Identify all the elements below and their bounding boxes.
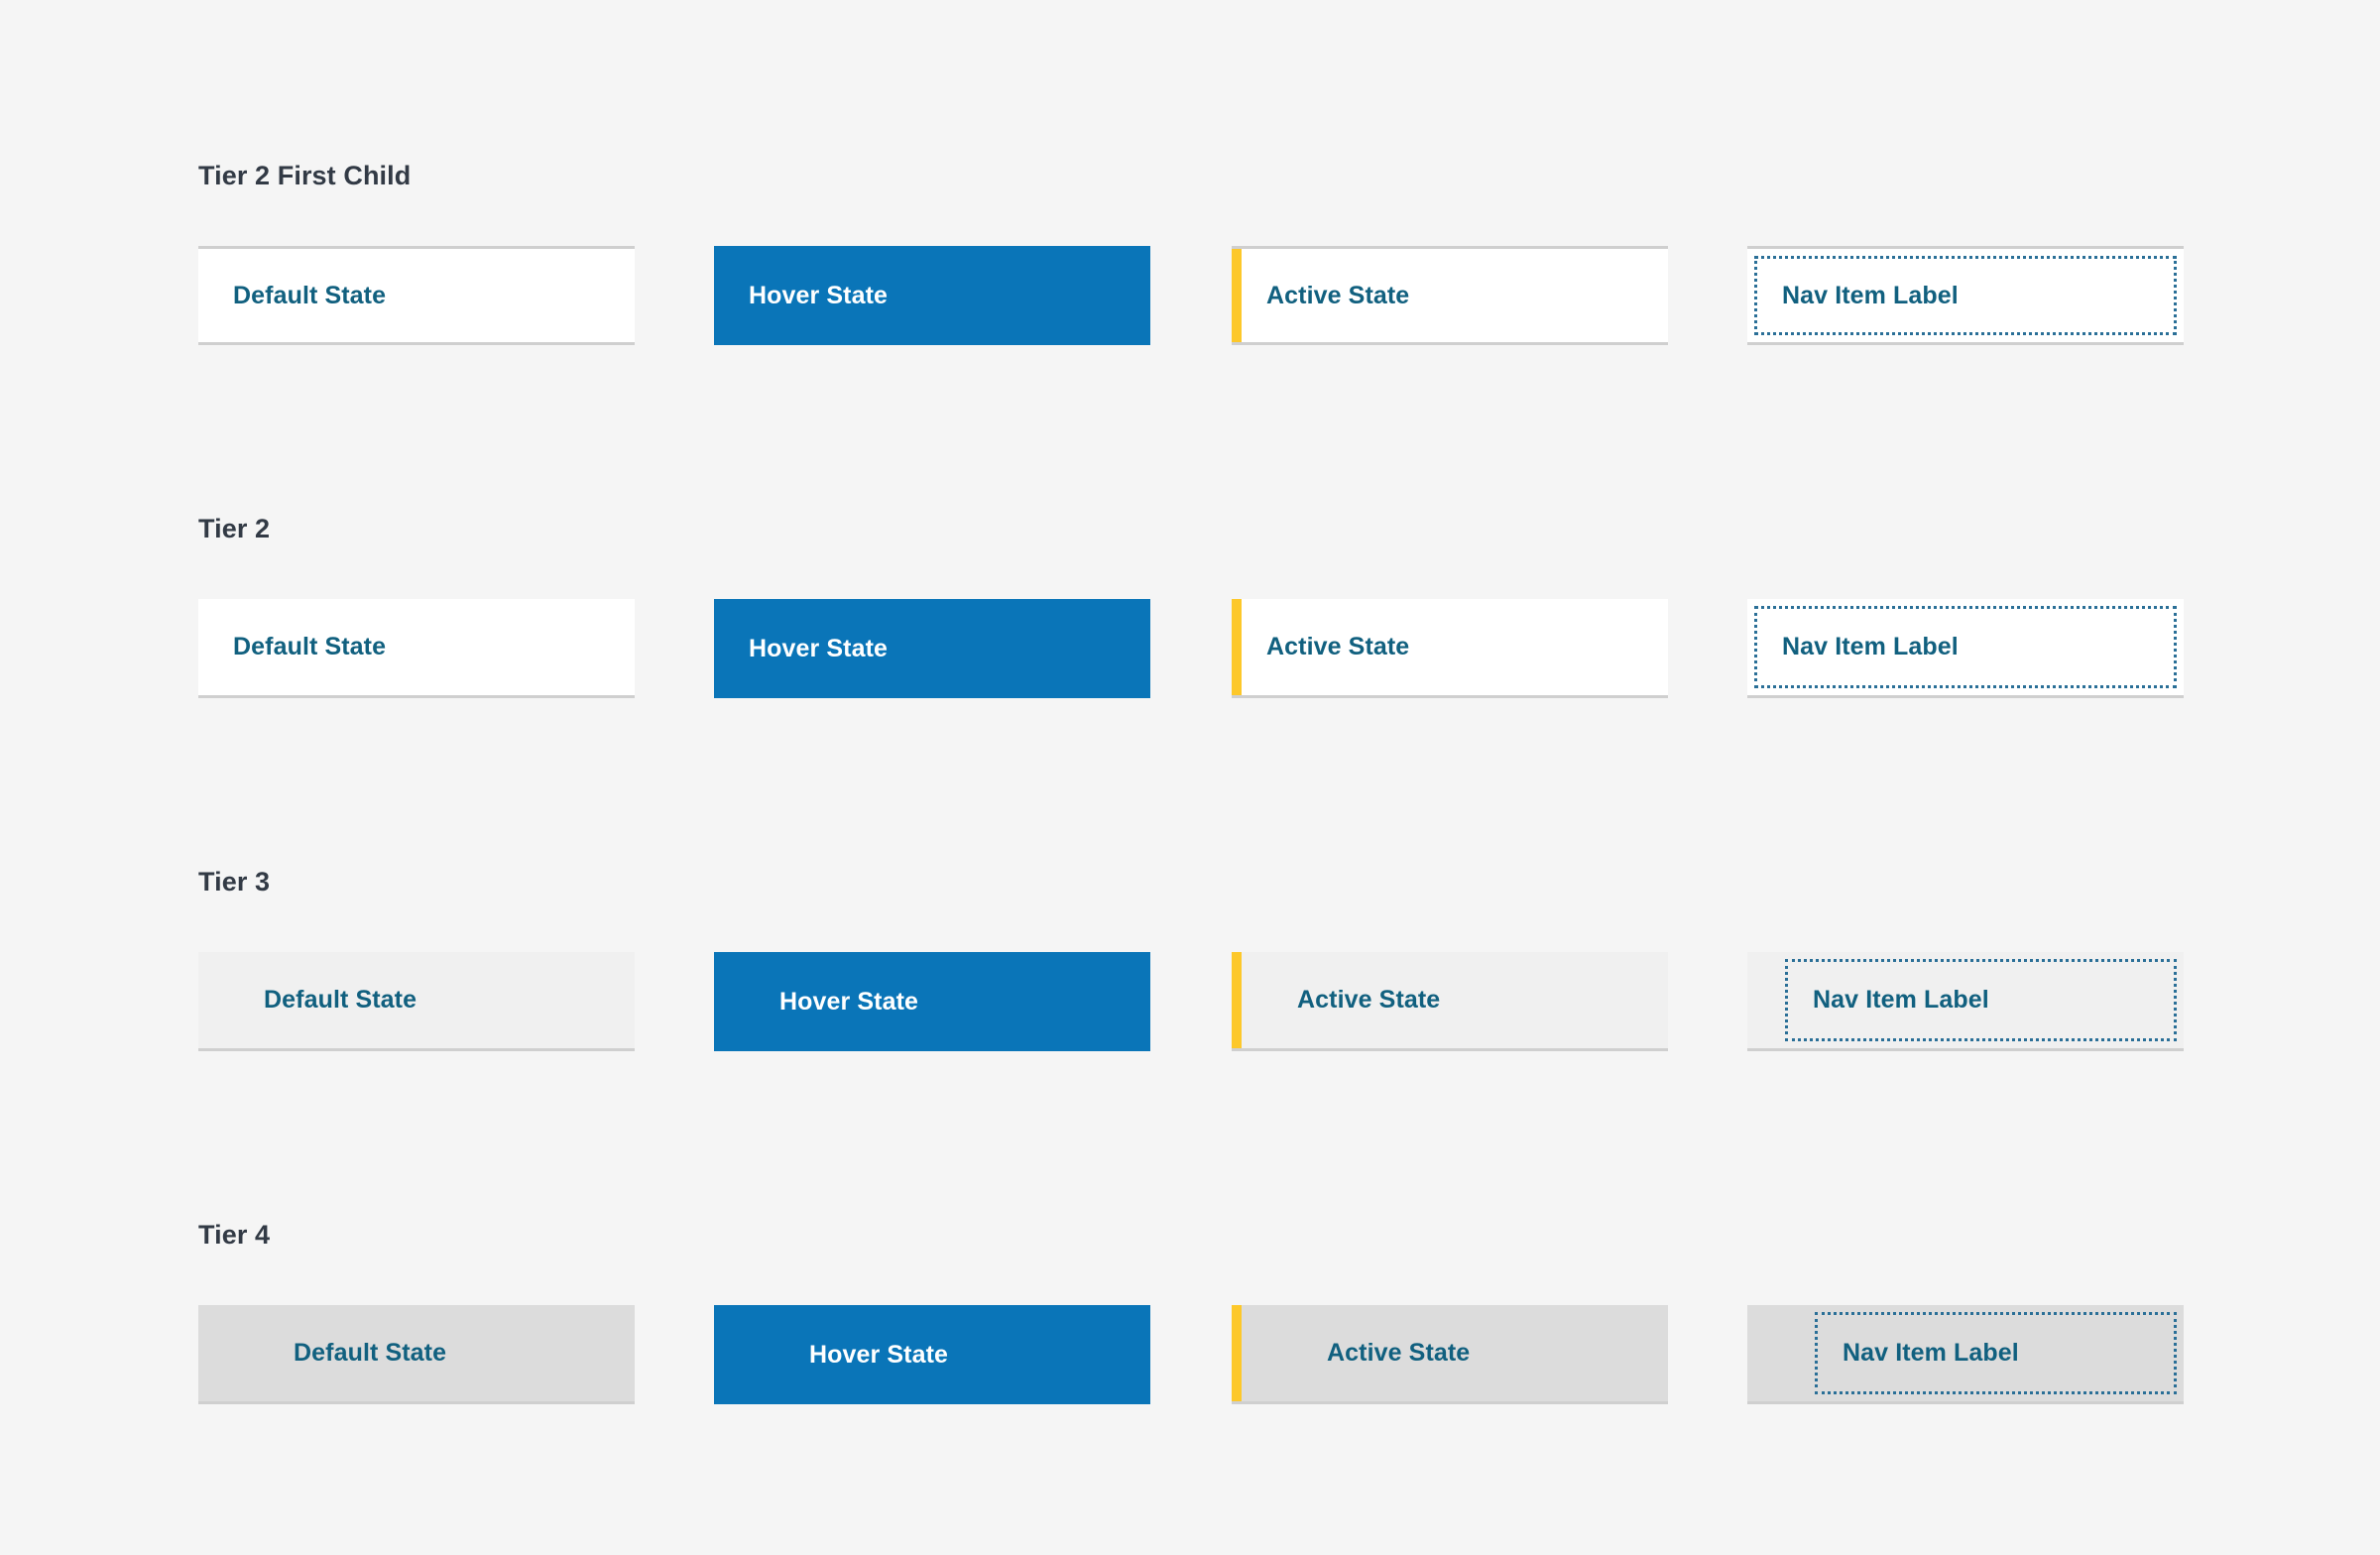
nav-item-default[interactable]: Default State [198,246,635,345]
active-indicator-bar [1232,952,1242,1048]
nav-item-focus[interactable]: Nav Item Label [1747,952,2184,1051]
nav-item-hover[interactable]: Hover State [714,952,1150,1051]
nav-item-label: Nav Item Label [1782,635,1959,659]
tier-heading: Tier 4 [198,1220,270,1251]
nav-item-default[interactable]: Default State [198,599,635,698]
nav-item-hover[interactable]: Hover State [714,246,1150,345]
state-row: Default State Hover State Active State [0,1305,2380,1404]
cell-active-tier-4: Active State [1232,1305,1668,1404]
nav-item-label: Hover State [779,990,918,1015]
nav-item-active-inner: Active State [1232,1305,1668,1401]
nav-item-label: Nav Item Label [1813,988,1989,1013]
cell-focus-tier-4: Nav Item Label [1747,1305,2184,1404]
tier-heading: Tier 2 [198,514,270,544]
cell-active-tier-2-first-child: Active State [1232,246,1668,345]
nav-item-active[interactable]: Active State [1232,1305,1668,1404]
cell-focus-tier-2-first-child: Nav Item Label [1747,246,2184,345]
cell-hover-tier-3: Hover State [714,952,1150,1051]
tier-heading: Tier 3 [198,867,270,897]
nav-item-label: Nav Item Label [1843,1341,2019,1366]
cell-active-tier-2: Active State [1232,599,1668,698]
tier-heading: Tier 2 First Child [198,161,411,191]
nav-item-default[interactable]: Default State [198,952,635,1051]
cell-focus-tier-3: Nav Item Label [1747,952,2184,1051]
nav-item-label: Hover State [749,637,888,661]
nav-item-default[interactable]: Default State [198,1305,635,1404]
nav-item-label: Hover State [809,1343,948,1368]
active-indicator-bar [1232,249,1242,342]
nav-item-active-inner: Active State [1232,952,1668,1048]
nav-item-focus[interactable]: Nav Item Label [1747,1305,2184,1404]
nav-item-label: Default State [294,1341,446,1366]
state-row: Default State Hover State Active State [0,246,2380,345]
state-row: Default State Hover State Active State [0,599,2380,698]
cell-hover-tier-4: Hover State [714,1305,1150,1404]
nav-item-active-inner: Active State [1232,599,1668,695]
nav-item-label: Default State [233,635,386,659]
nav-item-hover[interactable]: Hover State [714,1305,1150,1404]
nav-item-label: Default State [233,284,386,308]
state-row: Default State Hover State Active State [0,952,2380,1051]
nav-item-label: Active State [1297,988,1440,1013]
cell-default-tier-3: Default State [198,952,635,1051]
nav-item-active[interactable]: Active State [1232,599,1668,698]
nav-item-focus[interactable]: Nav Item Label [1747,599,2184,698]
active-indicator-bar [1232,599,1242,695]
cell-hover-tier-2-first-child: Hover State [714,246,1150,345]
nav-item-active-inner: Active State [1232,249,1668,342]
cell-hover-tier-2: Hover State [714,599,1150,698]
nav-item-focus[interactable]: Nav Item Label [1747,246,2184,345]
nav-item-label: Nav Item Label [1782,284,1959,308]
nav-item-active[interactable]: Active State [1232,246,1668,345]
cell-default-tier-2-first-child: Default State [198,246,635,345]
cell-focus-tier-2: Nav Item Label [1747,599,2184,698]
nav-item-hover[interactable]: Hover State [714,599,1150,698]
nav-item-label: Active State [1266,635,1409,659]
nav-item-label: Hover State [749,284,888,308]
nav-item-active[interactable]: Active State [1232,952,1668,1051]
nav-item-label: Default State [264,988,416,1013]
cell-default-tier-2: Default State [198,599,635,698]
cell-default-tier-4: Default State [198,1305,635,1404]
nav-state-specimen-page: Tier 2 First Child Default State Hover S… [0,0,2380,1555]
nav-item-label: Active State [1327,1341,1470,1366]
active-indicator-bar [1232,1305,1242,1401]
nav-item-label: Active State [1266,284,1409,308]
cell-active-tier-3: Active State [1232,952,1668,1051]
